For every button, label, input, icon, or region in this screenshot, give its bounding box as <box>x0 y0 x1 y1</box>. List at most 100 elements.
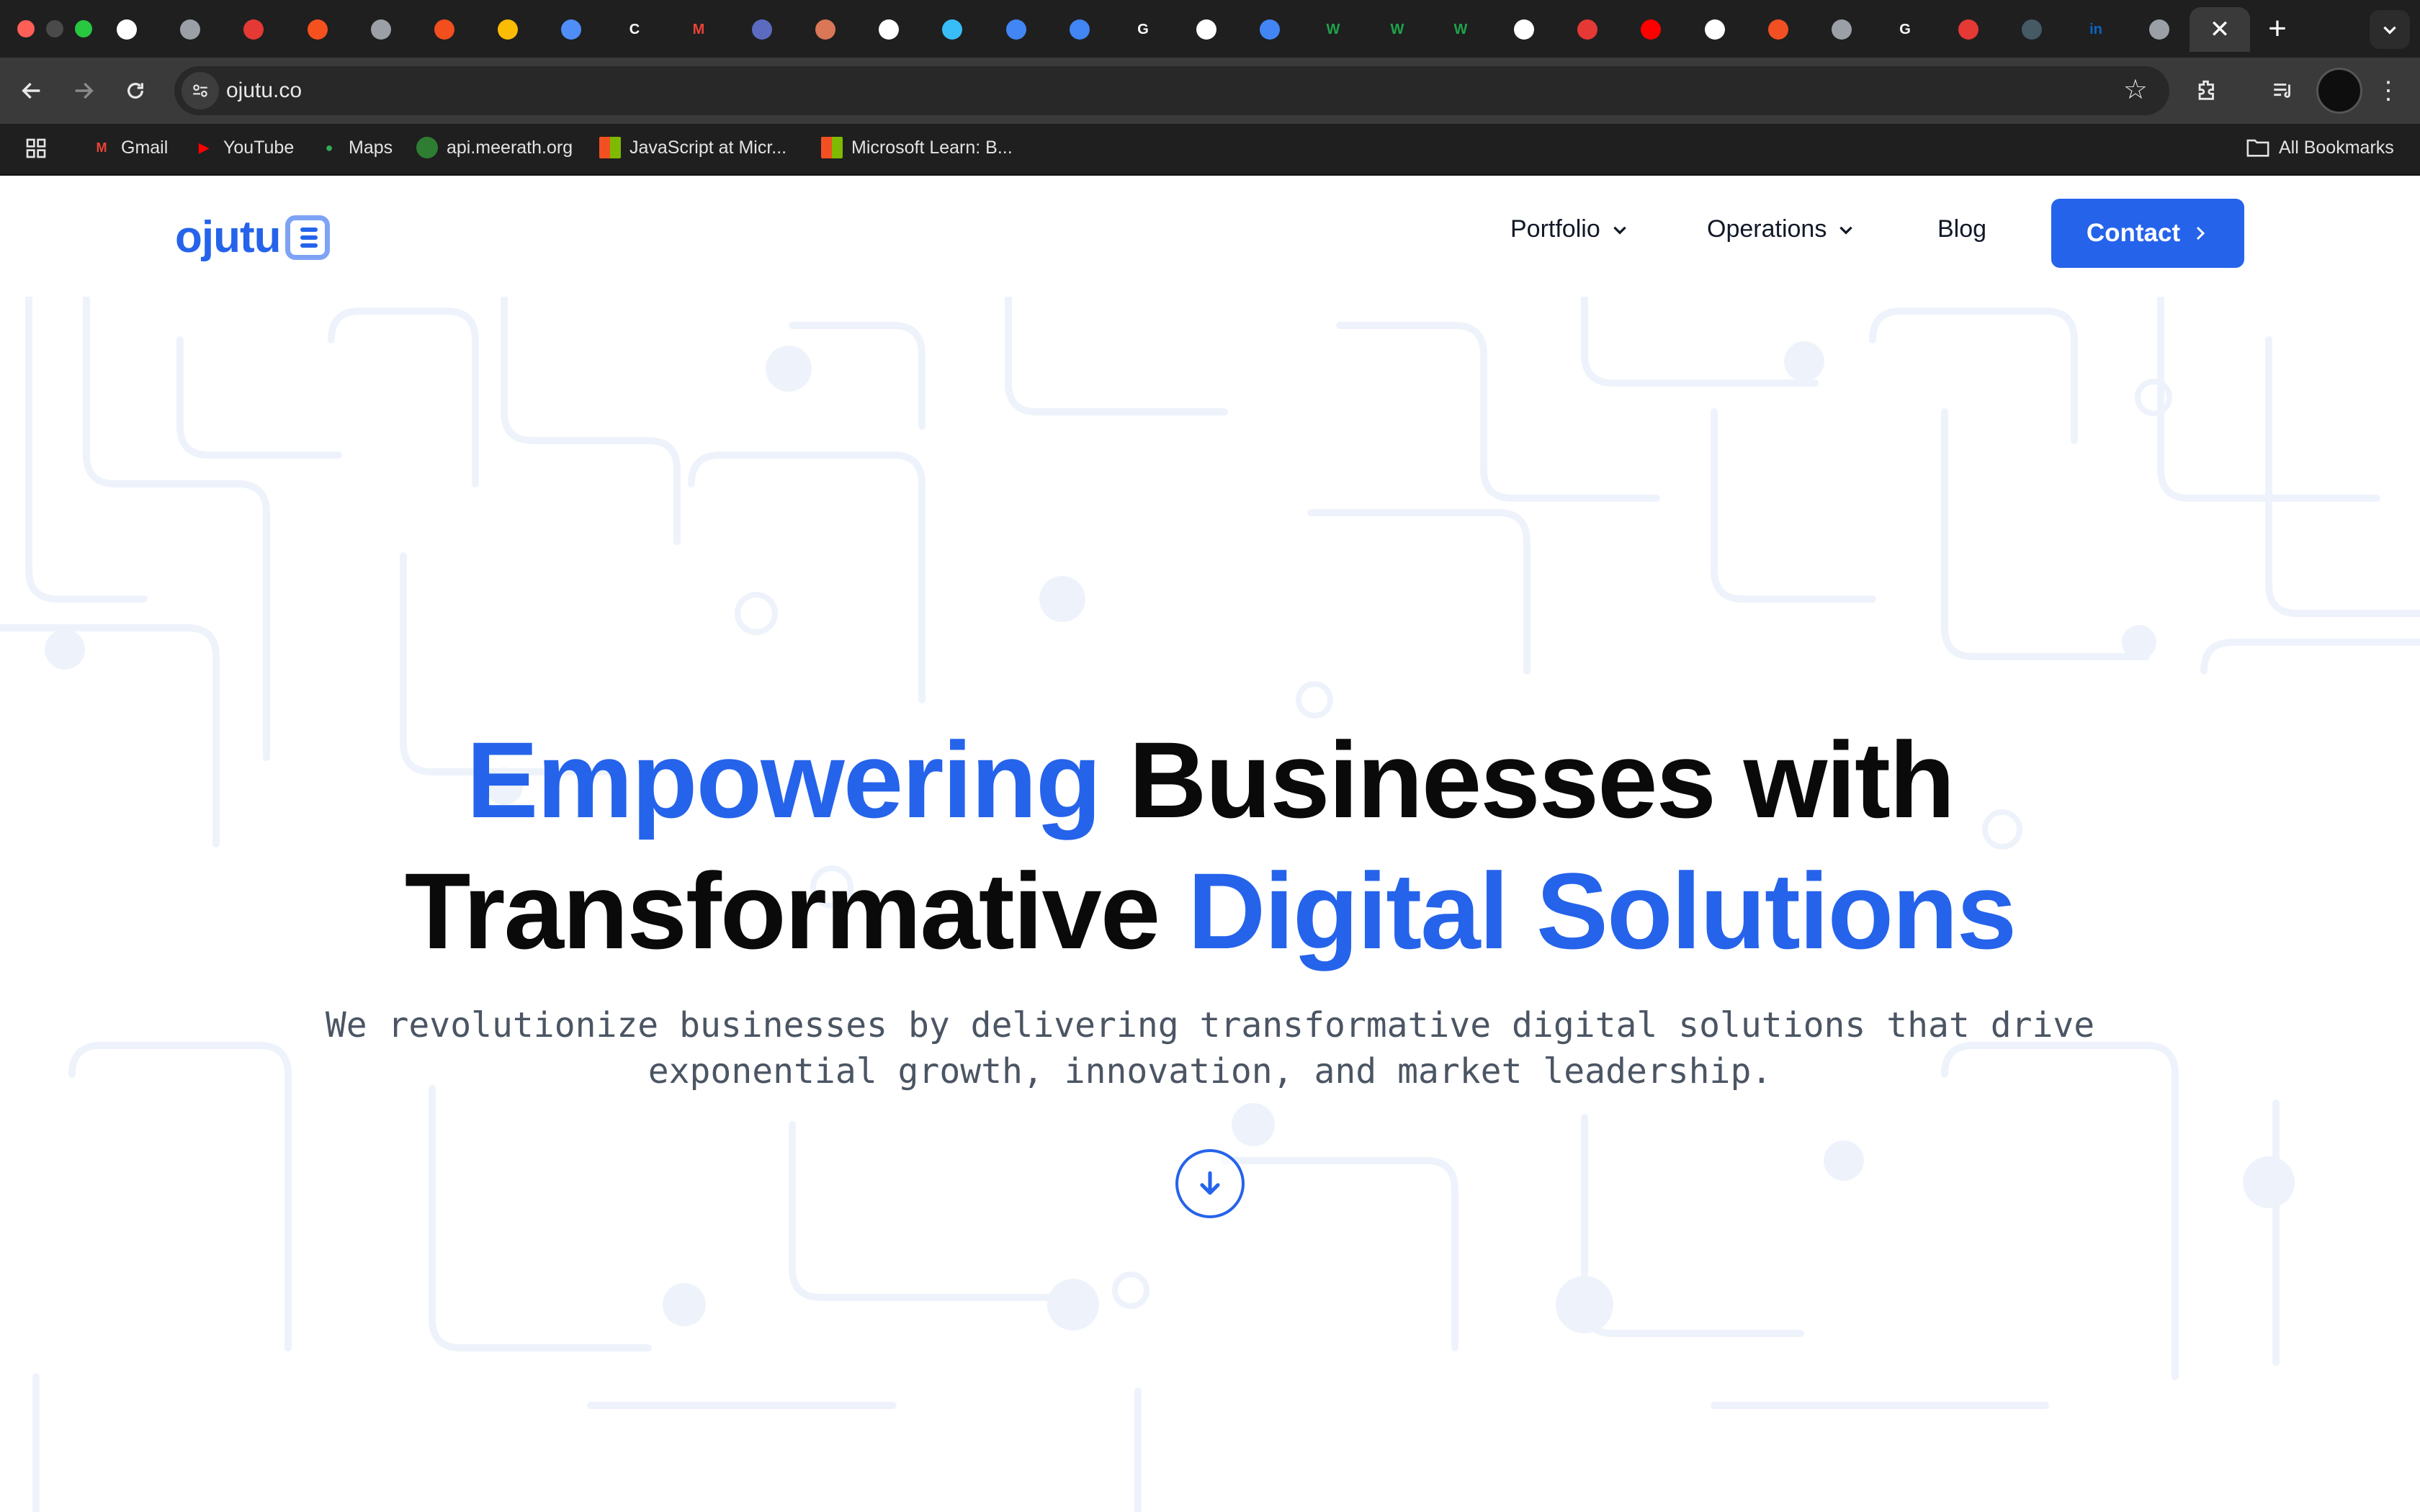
apps-grid-icon[interactable] <box>24 137 48 160</box>
browser-tab[interactable] <box>486 7 529 52</box>
red-circle-icon <box>1577 19 1597 40</box>
all-bookmarks-button[interactable]: All Bookmarks <box>2246 137 2394 158</box>
address-bar[interactable]: ojutu.co ☆ <box>174 66 2169 115</box>
back-button[interactable] <box>13 72 50 109</box>
bookmark-label: Gmail <box>121 137 169 158</box>
claude-icon <box>815 19 835 40</box>
reload-icon <box>127 83 143 99</box>
browser-tab[interactable]: W <box>1439 7 1482 52</box>
feather-icon <box>416 137 438 158</box>
browser-tab[interactable] <box>550 7 593 52</box>
chevron-right-icon <box>2197 226 2205 240</box>
browser-tab[interactable] <box>1566 7 1609 52</box>
contact-button-label: Contact <box>2086 219 2181 247</box>
browser-tab[interactable] <box>2138 7 2181 52</box>
browser-tab[interactable] <box>1502 7 1546 52</box>
docs-icon <box>1006 19 1026 40</box>
browser-tab[interactable] <box>1185 7 1228 52</box>
browser-tab[interactable] <box>359 7 403 52</box>
docs-icon <box>1070 19 1090 40</box>
nav-portfolio[interactable]: Portfolio <box>1510 215 1629 243</box>
hero-subtitle: We revolutionize businesses by deliverin… <box>325 1005 2095 1092</box>
folder-icon <box>2246 139 2269 157</box>
contact-button[interactable]: Contact <box>2051 199 2244 268</box>
forward-button[interactable] <box>65 72 102 109</box>
bookmark-star-icon[interactable]: ☆ <box>2123 73 2148 106</box>
globe-icon <box>180 19 200 40</box>
nav-blog[interactable]: Blog <box>1937 215 1986 243</box>
w-icon: W <box>1453 21 1468 37</box>
logo-wordmark: ojutu <box>175 212 281 262</box>
gmail-icon: M <box>96 140 107 155</box>
bookmark-label: Maps <box>349 137 393 158</box>
gmail-icon: M <box>692 21 705 37</box>
browser-tab[interactable] <box>931 7 974 52</box>
youtube-icon: ▶ <box>199 140 209 155</box>
new-tab-button[interactable]: + <box>2259 10 2296 48</box>
reading-list-icon[interactable] <box>2264 72 2302 109</box>
hero-title: Empowering Businesses with Transformativ… <box>0 714 2420 976</box>
w-circle-icon: W <box>1390 21 1404 37</box>
youtube-icon <box>1641 19 1661 40</box>
browser-tab[interactable] <box>995 7 1038 52</box>
url-text[interactable]: ojutu.co <box>226 78 302 103</box>
ojutu-logo[interactable]: ojutu <box>175 212 330 263</box>
tune-icon <box>193 84 207 97</box>
browser-tab[interactable]: W <box>1376 7 1419 52</box>
browser-menu-icon[interactable]: ⋮ <box>2370 72 2407 109</box>
browser-tab[interactable]: W <box>1312 7 1355 52</box>
tab-search-button[interactable] <box>2370 10 2410 49</box>
profile-avatar[interactable] <box>2316 68 2362 114</box>
bookmark-item[interactable]: ▶ YouTube <box>193 137 294 158</box>
browser-tab[interactable] <box>804 7 847 52</box>
bookmark-label: YouTube <box>223 137 295 158</box>
all-bookmarks-label: All Bookmarks <box>2279 137 2394 158</box>
hero-title-highlight-2: Digital Solutions <box>1187 850 2017 971</box>
docs-icon <box>1260 19 1280 40</box>
reload-button[interactable] <box>117 72 154 109</box>
browser-tab[interactable] <box>867 7 910 52</box>
microsoft-icon <box>1768 19 1788 40</box>
microsoft-icon <box>599 137 621 158</box>
browser-tab[interactable] <box>169 7 212 52</box>
site-info-icon[interactable] <box>182 72 219 109</box>
browser-tab[interactable] <box>232 7 275 52</box>
close-tab-icon[interactable]: ✕ <box>2210 17 2231 42</box>
bookmark-item[interactable]: ● Maps <box>318 137 393 158</box>
window-minimize-button[interactable] <box>46 20 63 37</box>
browser-tab[interactable] <box>1629 7 1672 52</box>
window-close-button[interactable] <box>17 20 35 37</box>
browser-tab[interactable] <box>1757 7 1800 52</box>
extensions-icon[interactable] <box>2188 72 2226 109</box>
window-icon <box>561 19 581 40</box>
browser-tab[interactable] <box>1058 7 1101 52</box>
browser-tab[interactable]: M <box>677 7 720 52</box>
microsoft-icon <box>821 137 843 158</box>
browser-tab[interactable] <box>1947 7 1990 52</box>
c-letter-icon: C <box>629 21 640 37</box>
browser-tab[interactable] <box>1248 7 1291 52</box>
browser-tab[interactable]: G <box>1883 7 1927 52</box>
bookmark-item[interactable]: api.meerath.org <box>416 137 573 158</box>
browser-tab[interactable] <box>740 7 784 52</box>
browser-tab[interactable]: in <box>2074 7 2118 52</box>
browser-tab[interactable] <box>423 7 466 52</box>
browser-tab[interactable] <box>105 7 148 52</box>
window-zoom-button[interactable] <box>75 20 92 37</box>
browser-tab[interactable] <box>296 7 339 52</box>
nav-operations[interactable]: Operations <box>1707 215 1855 243</box>
bookmark-item[interactable]: JavaScript at Micr... <box>599 137 786 158</box>
bird-icon <box>752 19 772 40</box>
browser-tab[interactable] <box>1820 7 1863 52</box>
bookmark-item[interactable]: Microsoft Learn: B... <box>821 137 1013 158</box>
bookmark-item[interactable]: M Gmail <box>91 137 169 158</box>
arrow-left-icon <box>22 82 40 99</box>
browser-tab[interactable]: C <box>613 7 656 52</box>
browser-tab[interactable] <box>2010 7 2053 52</box>
browser-tab[interactable] <box>1693 7 1736 52</box>
rainbow-icon <box>498 19 518 40</box>
browser-tab[interactable]: G <box>1121 7 1165 52</box>
loading-icon <box>1832 19 1852 40</box>
active-tab[interactable]: ✕ <box>2190 7 2250 52</box>
scroll-down-button[interactable] <box>1175 1149 1245 1218</box>
